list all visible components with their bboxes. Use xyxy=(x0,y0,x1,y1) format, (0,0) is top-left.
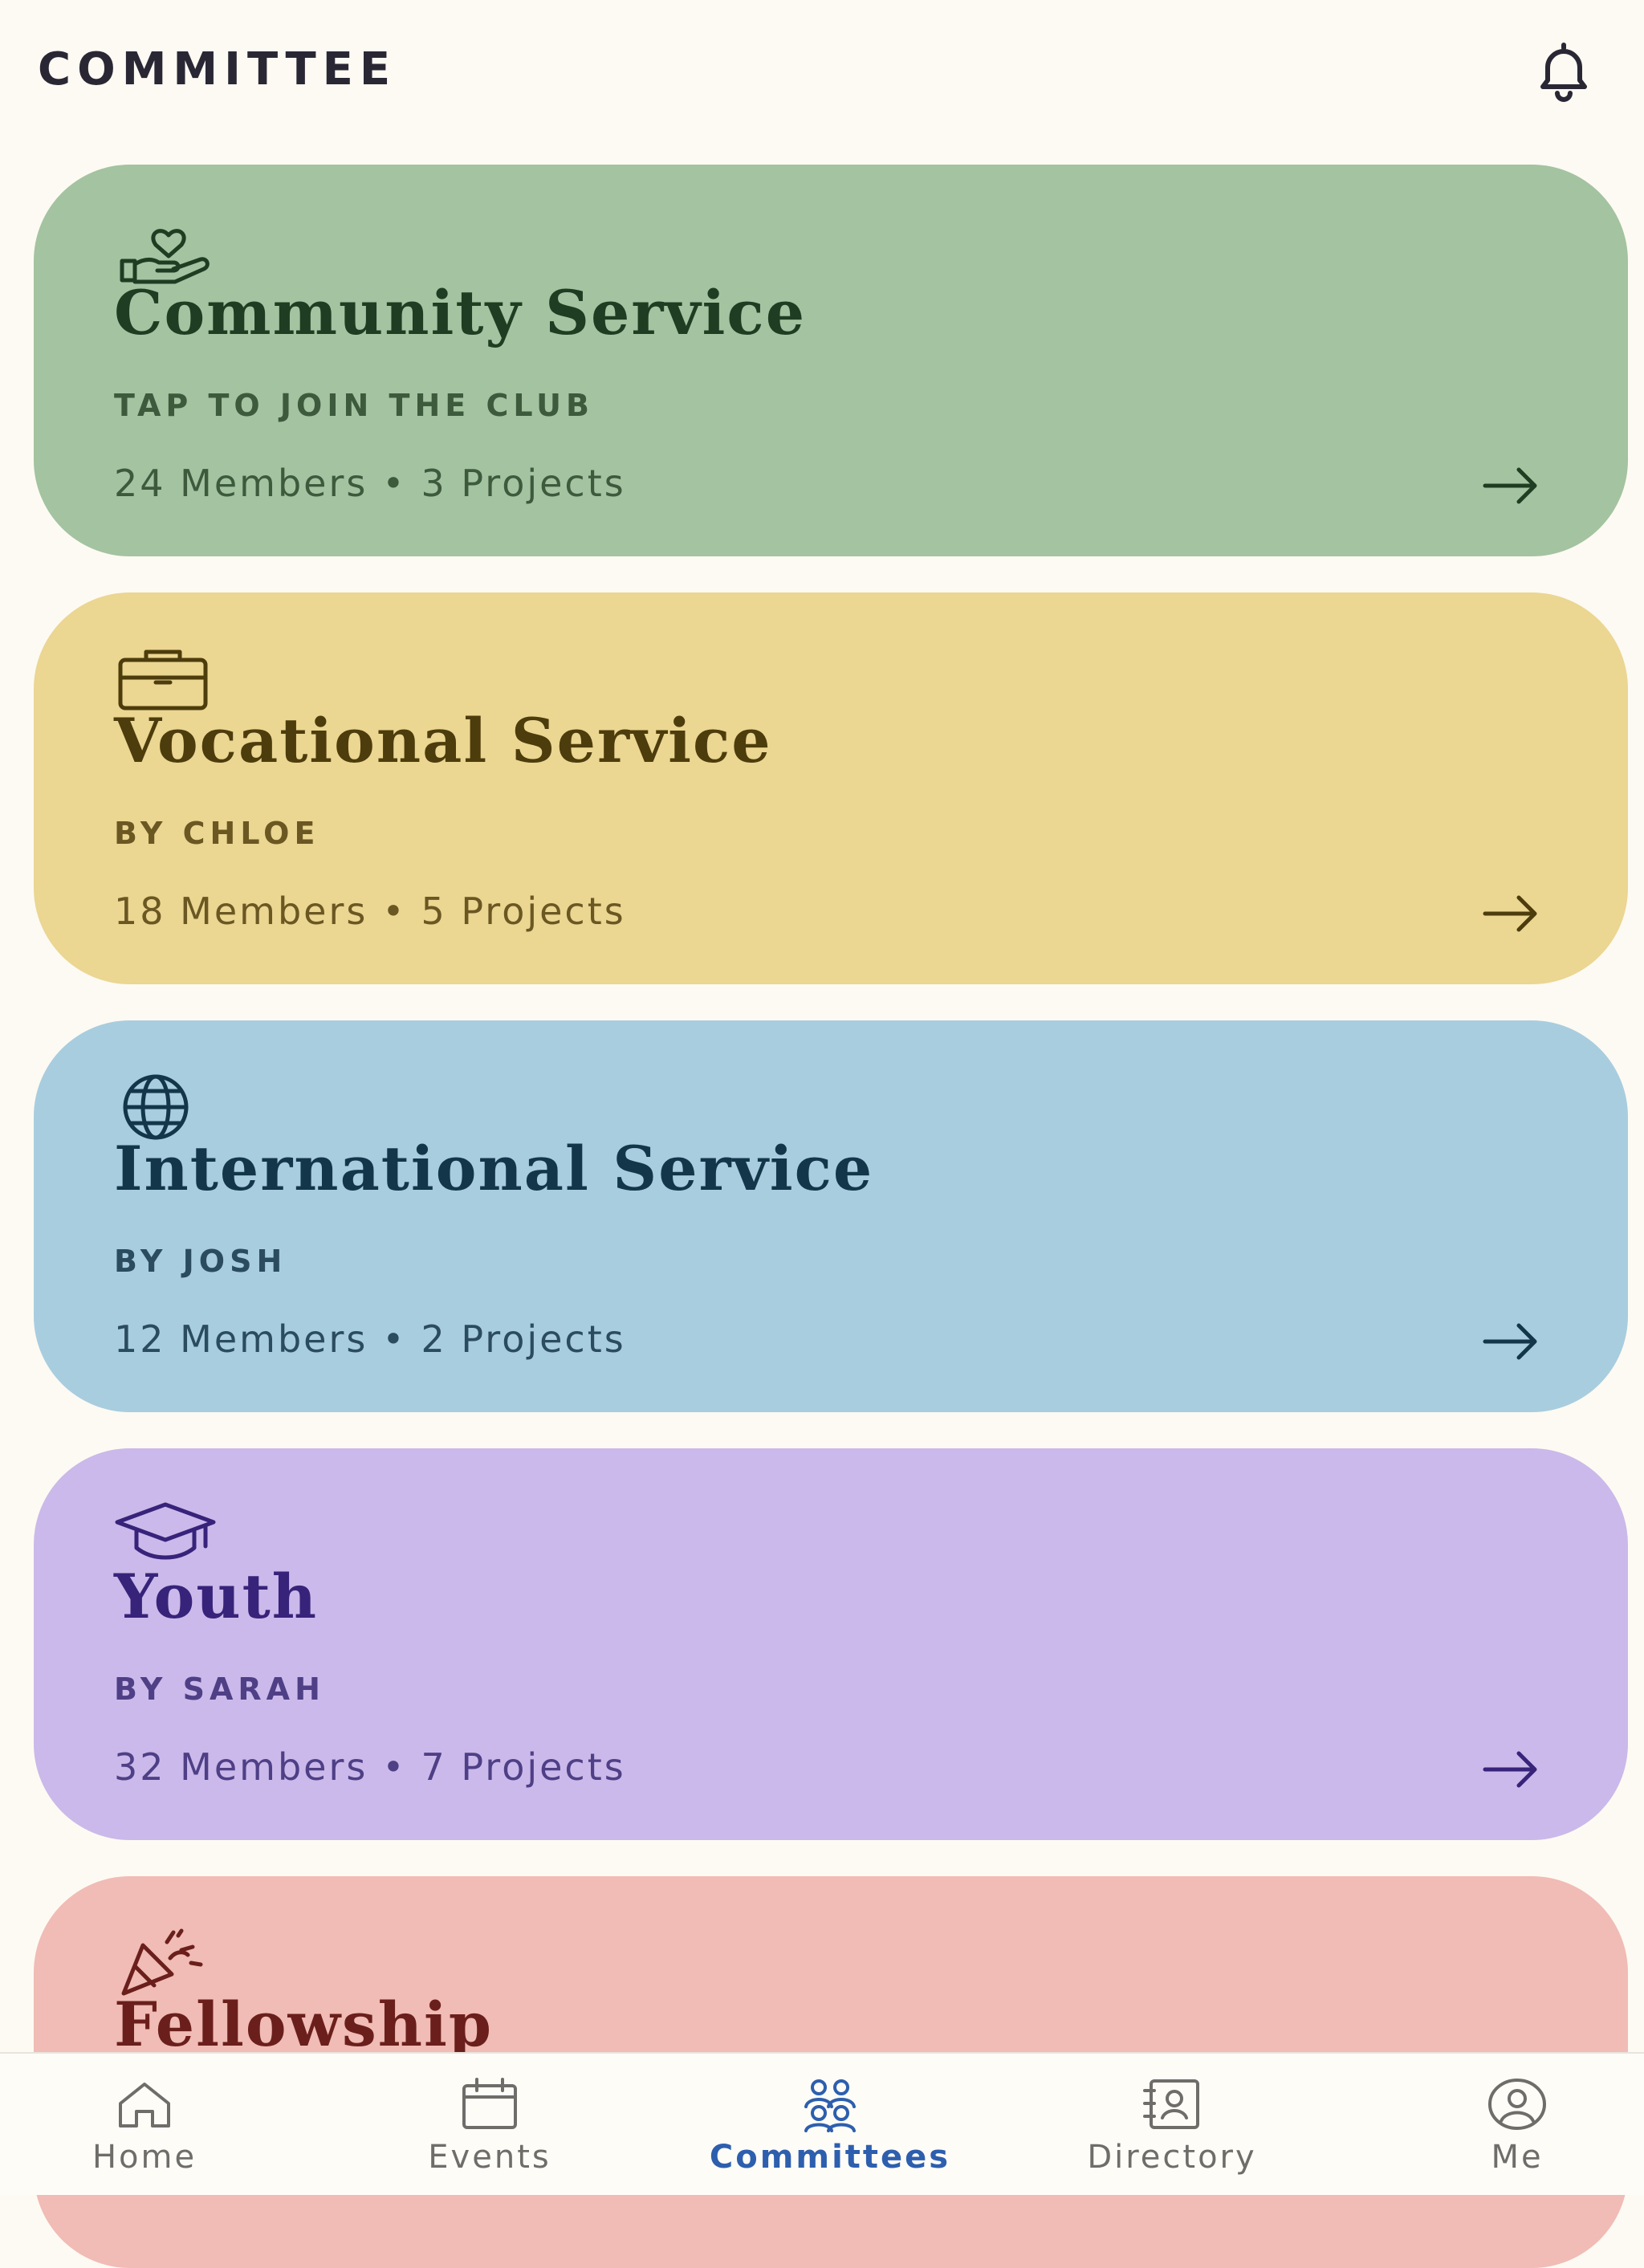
separator-dot: • xyxy=(382,890,407,933)
home-icon xyxy=(119,2083,170,2128)
committee-stats: 12 Members • 2 Projects xyxy=(114,1317,626,1361)
projects-count: 3 Projects xyxy=(421,462,626,505)
party-popper-icon xyxy=(121,1928,203,1996)
members-count: 32 Members xyxy=(114,1745,368,1789)
arrow-right-icon[interactable] xyxy=(1479,890,1543,938)
nav-label: Committees xyxy=(709,2139,951,2176)
committee-card-community-service[interactable]: Community Service TAP TO JOIN THE CLUB 2… xyxy=(34,165,1628,556)
separator-dot: • xyxy=(382,1317,407,1361)
app-header: COMMITTEE xyxy=(0,0,1644,145)
projects-count: 5 Projects xyxy=(421,890,626,933)
members-count: 24 Members xyxy=(114,462,368,505)
globe-icon xyxy=(123,1074,189,1140)
committee-subtitle: BY CHLOE xyxy=(114,816,320,851)
bottom-nav: Home Events Committees Directory Me xyxy=(0,2052,1644,2195)
nav-label: Home xyxy=(92,2139,197,2176)
nav-item-home[interactable]: Home xyxy=(0,2054,289,2195)
committee-title: International Service xyxy=(114,1133,874,1204)
committee-card-vocational-service[interactable]: Vocational Service BY CHLOE 18 Members • 5… xyxy=(34,592,1628,984)
user-circle-icon xyxy=(1488,2079,1546,2130)
nav-item-me[interactable]: Me xyxy=(1373,2054,1644,2195)
committee-stats: 24 Members • 3 Projects xyxy=(114,462,626,505)
members-count: 12 Members xyxy=(114,1317,368,1361)
committee-stats: 18 Members • 5 Projects xyxy=(114,890,626,933)
calendar-icon xyxy=(462,2078,517,2129)
graduation-cap-icon xyxy=(115,1502,216,1560)
committee-card-international-service[interactable]: International Service BY JOSH 12 Members… xyxy=(34,1020,1628,1412)
committee-stats: 32 Members • 7 Projects xyxy=(114,1745,626,1789)
committee-title: Community Service xyxy=(114,277,807,348)
page-title: COMMITTEE xyxy=(38,43,397,96)
separator-dot: • xyxy=(382,1745,407,1789)
nav-label: Directory xyxy=(1087,2139,1257,2176)
briefcase-icon xyxy=(118,649,208,711)
committee-card-youth[interactable]: Youth BY SARAH 32 Members • 7 Projects xyxy=(34,1448,1628,1840)
contact-book-icon xyxy=(1143,2079,1199,2129)
committee-title: Vocational Service xyxy=(114,705,772,776)
committee-subtitle: TAP TO JOIN THE CLUB xyxy=(114,388,595,423)
nav-item-directory[interactable]: Directory xyxy=(1028,2054,1316,2195)
committee-subtitle: BY SARAH xyxy=(114,1671,325,1707)
projects-count: 2 Projects xyxy=(421,1317,626,1361)
nav-item-committees[interactable]: Committees xyxy=(686,2054,975,2195)
committee-title: Fellowship xyxy=(114,1989,494,2060)
nav-label: Me xyxy=(1491,2139,1544,2176)
hand-heart-icon xyxy=(120,229,210,284)
members-count: 18 Members xyxy=(114,890,368,933)
arrow-right-icon[interactable] xyxy=(1479,462,1543,510)
committee-title: Youth xyxy=(114,1561,318,1632)
separator-dot: • xyxy=(382,462,407,505)
users-group-icon xyxy=(804,2079,856,2132)
nav-label: Events xyxy=(428,2139,551,2176)
projects-count: 7 Projects xyxy=(421,1745,626,1789)
arrow-right-icon[interactable] xyxy=(1479,1745,1543,1794)
bell-icon[interactable] xyxy=(1525,39,1602,103)
nav-item-events[interactable]: Events xyxy=(345,2054,634,2195)
committee-subtitle: BY JOSH xyxy=(114,1244,287,1279)
arrow-right-icon[interactable] xyxy=(1479,1317,1543,1366)
